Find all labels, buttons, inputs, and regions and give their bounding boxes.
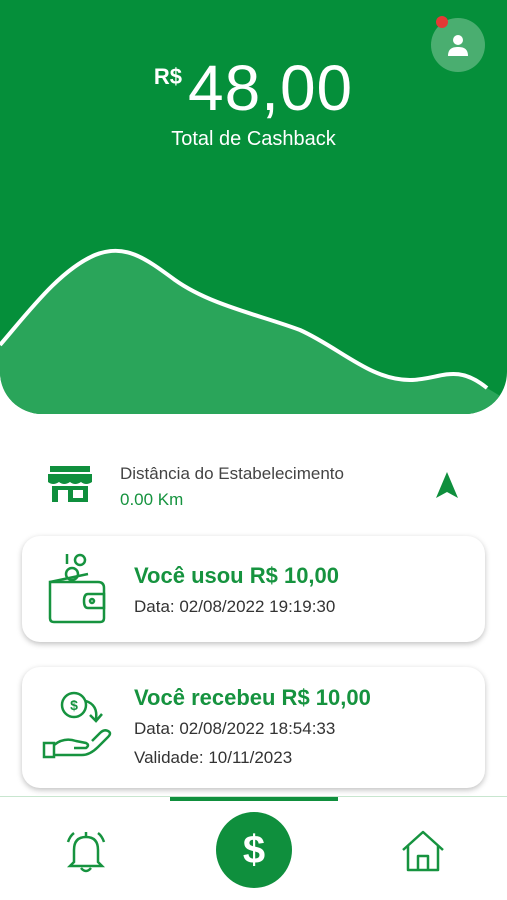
transaction-card-used[interactable]: Você usou R$ 10,00 Data: 02/08/2022 19:1… — [22, 536, 485, 642]
transaction-date: Data: 02/08/2022 18:54:33 — [134, 719, 336, 738]
home-icon[interactable] — [400, 828, 446, 874]
transaction-card-received[interactable]: $ Você recebeu R$ 10,00 Data: 02/08/2022… — [22, 667, 485, 788]
navigation-arrow-icon[interactable] — [436, 472, 458, 498]
transaction-title: Você usou R$ 10,00 — [134, 563, 340, 588]
transaction-validity: Validade: 10/11/2023 — [134, 748, 293, 767]
bell-icon[interactable] — [64, 828, 108, 874]
distance-row: Distância do Estabelecimento 0.00 Km — [48, 458, 468, 518]
transaction-title: Você recebeu R$ 10,00 — [134, 685, 371, 710]
active-tab-indicator — [170, 797, 338, 801]
cashback-label: Total de Cashback — [171, 128, 336, 150]
cashback-amount: 48,00 — [187, 52, 354, 124]
distance-value: 0.00 Km — [120, 490, 184, 509]
wallet-coins-icon — [48, 553, 106, 624]
cashback-total: R$ 48,00 — [0, 52, 507, 124]
dollar-icon: $ — [242, 827, 266, 872]
svg-text:$: $ — [70, 697, 78, 713]
currency-symbol: R$ — [153, 64, 182, 89]
store-icon — [48, 466, 92, 502]
distance-label: Distância do Estabelecimento — [120, 464, 344, 483]
cashback-tab-button[interactable]: $ — [216, 812, 292, 888]
user-icon — [448, 35, 468, 56]
notification-dot — [436, 16, 448, 28]
hand-receive-money-icon: $ — [42, 691, 112, 759]
transaction-date: Data: 02/08/2022 19:19:30 — [134, 597, 336, 616]
